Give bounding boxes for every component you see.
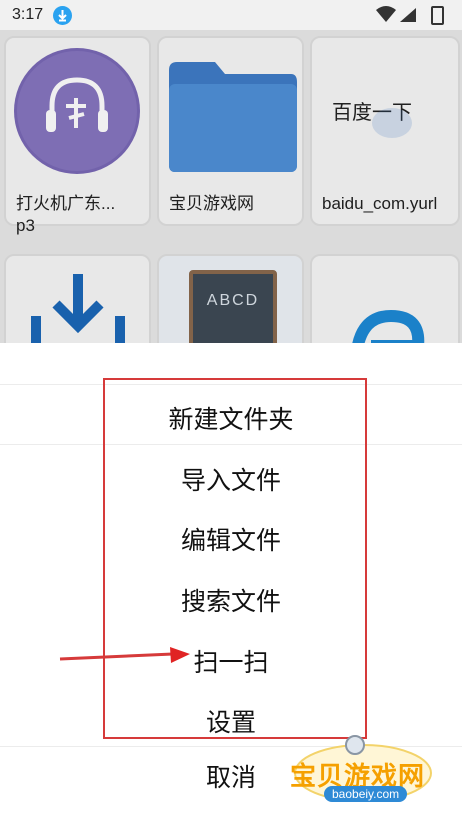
battery-icon bbox=[431, 6, 444, 25]
highlight-box bbox=[103, 378, 367, 739]
download-notification-icon bbox=[53, 6, 72, 25]
status-time: 3:17 bbox=[12, 6, 44, 23]
modal-scrim[interactable] bbox=[0, 30, 462, 343]
wifi-signal-icon bbox=[376, 6, 426, 29]
arrow-annotation-icon bbox=[59, 647, 190, 663]
watermark-url: baobeiy.com bbox=[324, 786, 408, 802]
status-bar: 3:17 bbox=[0, 0, 462, 30]
